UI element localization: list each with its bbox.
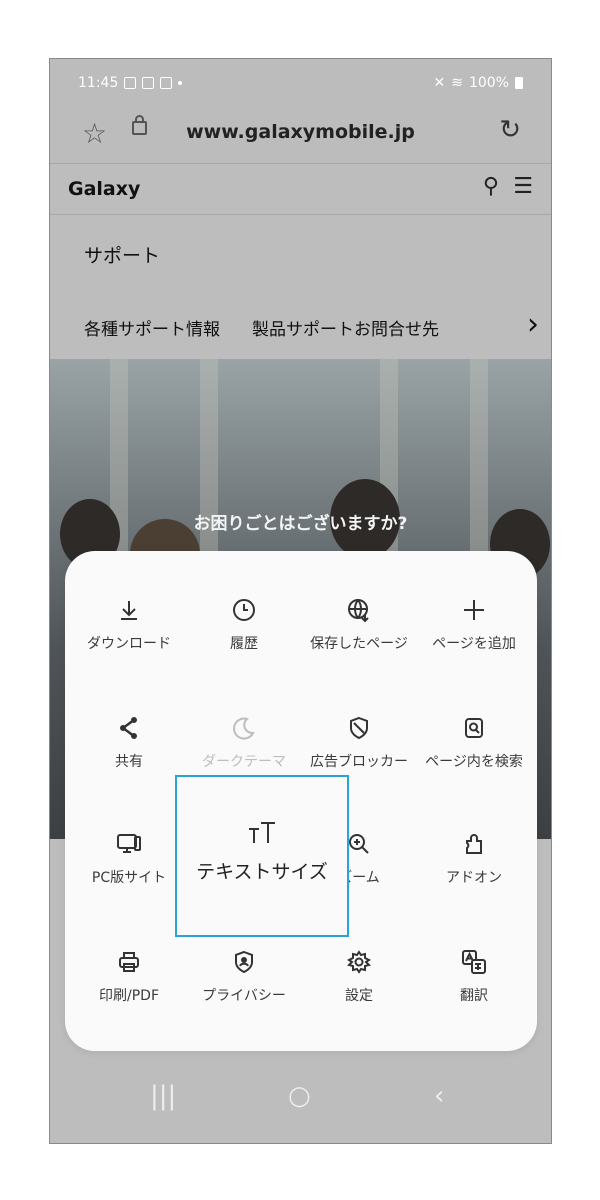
url-field[interactable]: www.galaxymobile.jp	[50, 121, 551, 143]
menu-item-label: ダウンロード	[87, 636, 171, 652]
plus-icon	[464, 600, 484, 620]
menu-item-find-in-page[interactable]: ページ内を検索	[418, 713, 530, 813]
clock-icon	[233, 599, 255, 621]
shield-icon	[350, 716, 368, 740]
menu-item-label: テキストサイズ	[196, 861, 328, 883]
menu-item-print[interactable]: 印刷/PDF	[73, 947, 185, 1047]
menu-item-label: 履歴	[230, 636, 258, 652]
text-size-icon	[249, 822, 275, 843]
status-bar: 11:45 ✕ ≋ 100%	[50, 59, 551, 105]
download-icon	[121, 601, 137, 620]
menu-item-label: プライバシー	[202, 988, 286, 1004]
subnav-item-support-info[interactable]: 各種サポート情報	[84, 315, 220, 340]
translate-icon	[462, 950, 486, 974]
find-in-page-icon	[465, 718, 483, 738]
site-header: Galaxy ⚲ ☰	[50, 163, 551, 215]
back-icon[interactable]: ‹	[434, 1081, 444, 1111]
printer-icon	[119, 952, 139, 972]
browser-menu-sheet: ダウンロード 履歴 保存したページ ページを追加 共有 ダークテーマ 広告ブロッ…	[65, 551, 537, 1051]
privacy-icon	[235, 950, 253, 974]
menu-item-label: 設定	[345, 988, 373, 1004]
menu-item-saved-pages[interactable]: 保存したページ	[303, 595, 415, 695]
subnav-item-product-contact[interactable]: 製品サポートお問合せ先	[252, 315, 439, 340]
menu-item-label: 保存したページ	[310, 636, 408, 652]
system-navigation-bar: ||| ○ ‹	[50, 1053, 551, 1143]
gear-icon	[347, 950, 371, 974]
menu-item-label: ページを追加	[432, 636, 516, 652]
sub-navigation: 各種サポート情報 製品サポートお問合せ先	[84, 315, 439, 340]
status-time: 11:45	[78, 75, 119, 91]
menu-item-label: ダークテーマ	[202, 754, 286, 770]
menu-item-label: 翻訳	[460, 988, 488, 1004]
menu-item-add-page[interactable]: ページを追加	[418, 595, 530, 695]
menu-item-label: アドオン	[446, 870, 502, 886]
more-notifications-dot	[178, 81, 183, 85]
app-notification-icon	[160, 77, 173, 89]
menu-item-label: ページ内を検索	[425, 754, 523, 770]
message-notification-icon	[142, 77, 155, 89]
menu-item-label: 印刷/PDF	[99, 988, 159, 1004]
moon-icon	[233, 717, 255, 740]
puzzle-icon	[466, 834, 482, 854]
recent-apps-icon[interactable]: |||	[150, 1081, 176, 1111]
battery-level: 100%	[468, 75, 509, 91]
battery-icon	[515, 77, 523, 89]
menu-item-download[interactable]: ダウンロード	[73, 595, 185, 695]
section-title: サポート	[84, 245, 161, 267]
search-icon[interactable]: ⚲	[483, 174, 499, 199]
menu-item-label: 広告ブロッカー	[310, 754, 408, 770]
menu-item-label: 共有	[115, 754, 143, 770]
zoom-icon	[349, 834, 369, 854]
menu-item-privacy[interactable]: プライバシー	[188, 947, 300, 1047]
menu-item-text-size[interactable]: テキストサイズ	[175, 775, 349, 937]
chevron-right-icon[interactable]: ›	[527, 307, 539, 342]
saved-pages-icon	[348, 599, 369, 623]
share-icon	[120, 717, 137, 739]
gallery-notification-icon	[124, 77, 137, 89]
menu-item-history[interactable]: 履歴	[188, 595, 300, 695]
menu-item-translate[interactable]: 翻訳	[418, 947, 530, 1047]
wifi-signal-icon: ≋	[451, 75, 463, 91]
desktop-icon	[117, 834, 141, 853]
menu-item-settings[interactable]: 設定	[303, 947, 415, 1047]
phone-screen: 11:45 ✕ ≋ 100% ☆ www.galaxymobile.jp ↻ G…	[49, 58, 552, 1144]
menu-item-add-ons[interactable]: アドオン	[418, 829, 530, 929]
menu-item-share[interactable]: 共有	[73, 713, 185, 813]
reload-icon[interactable]: ↻	[499, 115, 521, 145]
hero-caption: お困りごとはございますか?	[193, 514, 408, 534]
hamburger-menu-icon[interactable]: ☰	[513, 174, 533, 199]
home-icon[interactable]: ○	[288, 1081, 311, 1111]
menu-item-desktop-site[interactable]: PC版サイト	[73, 829, 185, 929]
address-bar: ☆ www.galaxymobile.jp ↻	[50, 105, 551, 163]
site-logo[interactable]: Galaxy	[68, 178, 140, 200]
menu-item-label: PC版サイト	[91, 870, 167, 886]
mute-icon: ✕	[433, 75, 446, 91]
